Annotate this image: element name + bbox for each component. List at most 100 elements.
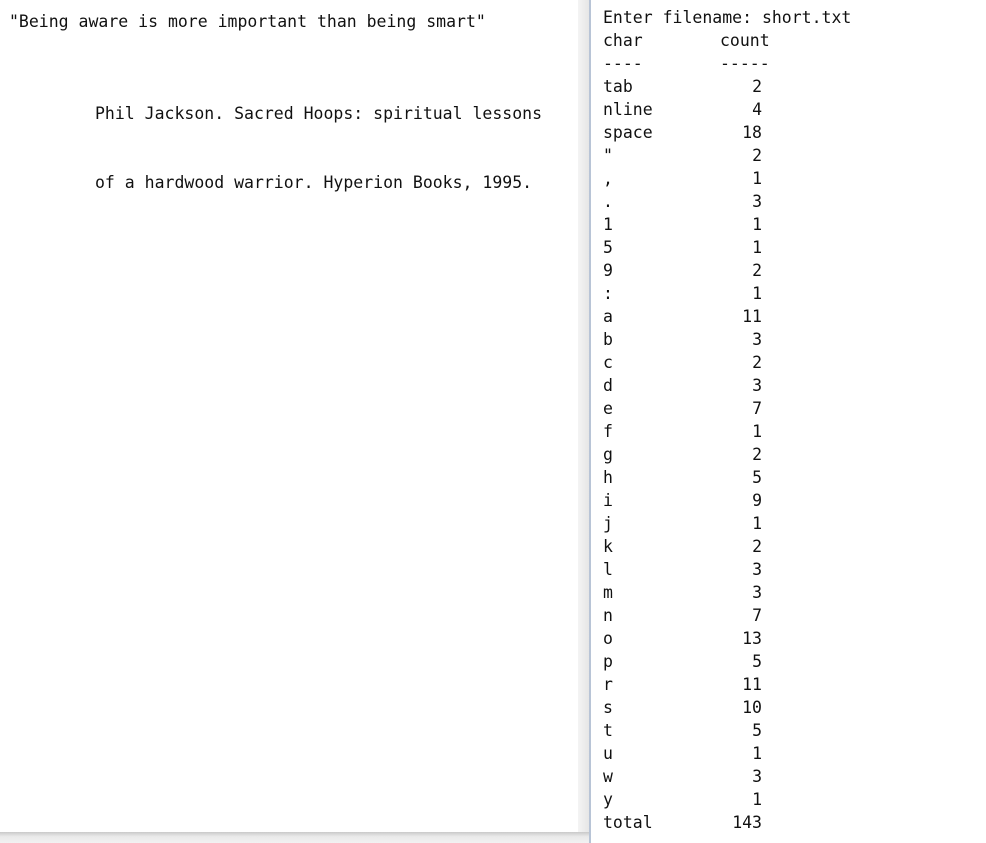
quote-text: "Being aware is more important than bein… xyxy=(9,12,486,31)
table-row: .3 xyxy=(603,190,983,213)
row-char: , xyxy=(603,169,613,188)
row-char: s xyxy=(603,698,613,717)
text-file-view[interactable]: "Being aware is more important than bein… xyxy=(0,0,578,832)
table-row: m3 xyxy=(603,581,983,604)
table-row: u1 xyxy=(603,742,983,765)
table-row: w3 xyxy=(603,765,983,788)
row-count: 2 xyxy=(752,445,762,464)
row-char: w xyxy=(603,767,613,786)
table-row: l3 xyxy=(603,558,983,581)
row-char: o xyxy=(603,629,613,648)
row-char: nline xyxy=(603,100,653,119)
table-row: b3 xyxy=(603,328,983,351)
row-count: 1 xyxy=(752,284,762,303)
table-row: tab 2 xyxy=(603,75,983,98)
header-char: char xyxy=(603,31,643,50)
row-char: i xyxy=(603,491,613,510)
table-row: s 10 xyxy=(603,696,983,719)
row-count: 5 xyxy=(752,721,762,740)
row-count: 1 xyxy=(752,169,762,188)
row-count: 3 xyxy=(752,192,762,211)
table-row: c2 xyxy=(603,351,983,374)
table-row: y1 xyxy=(603,788,983,811)
row-count: 11 xyxy=(742,307,762,326)
row-count: 9 xyxy=(752,491,762,510)
row-count: 2 xyxy=(752,353,762,372)
row-count: 3 xyxy=(752,767,762,786)
row-count: 3 xyxy=(752,583,762,602)
row-char: c xyxy=(603,353,613,372)
row-char: : xyxy=(603,284,613,303)
row-count: 3 xyxy=(752,330,762,349)
filename-prompt: Enter filename: short.txt xyxy=(603,8,852,27)
row-count: 7 xyxy=(752,606,762,625)
row-char: p xyxy=(603,652,613,671)
row-count: 3 xyxy=(752,376,762,395)
table-row: g2 xyxy=(603,443,983,466)
row-count: 18 xyxy=(742,123,762,142)
row-char: b xyxy=(603,330,613,349)
table-row: o 13 xyxy=(603,627,983,650)
row-char: g xyxy=(603,445,613,464)
row-count: 7 xyxy=(752,399,762,418)
table-row: space 18 xyxy=(603,121,983,144)
row-count: 1 xyxy=(752,744,762,763)
table-row: :1 xyxy=(603,282,983,305)
row-char: 9 xyxy=(603,261,613,280)
row-count: 13 xyxy=(742,629,762,648)
row-char: l xyxy=(603,560,613,579)
row-char: j xyxy=(603,514,613,533)
row-char: " xyxy=(603,146,613,165)
table-row: r 11 xyxy=(603,673,983,696)
row-char: a xyxy=(603,307,613,326)
row-count: 4 xyxy=(752,100,762,119)
row-count: 1 xyxy=(752,238,762,257)
table-row: j1 xyxy=(603,512,983,535)
row-char: tab xyxy=(603,77,633,96)
citation-line: of a hardwood warrior. Hyperion Books, 1… xyxy=(95,173,533,192)
separator-char: ---- xyxy=(603,54,643,73)
row-char: m xyxy=(603,583,613,602)
row-count: 2 xyxy=(752,537,762,556)
bottom-scrollbar[interactable] xyxy=(0,832,589,843)
row-count: 10 xyxy=(742,698,762,717)
table-row: k2 xyxy=(603,535,983,558)
console-output: Enter filename: short.txt char count ---… xyxy=(603,6,983,834)
row-char: r xyxy=(603,675,613,694)
panel-edge xyxy=(578,0,589,843)
row-char: 1 xyxy=(603,215,613,234)
row-count: 3 xyxy=(752,560,762,579)
panel-divider[interactable] xyxy=(589,0,591,843)
row-char: h xyxy=(603,468,613,487)
table-row: 11 xyxy=(603,213,983,236)
table-row: e7 xyxy=(603,397,983,420)
row-count: 1 xyxy=(752,215,762,234)
row-count: 2 xyxy=(752,261,762,280)
table-row: nline 4 xyxy=(603,98,983,121)
table-separator: ---- ----- xyxy=(603,52,983,75)
table-row: ,1 xyxy=(603,167,983,190)
row-count: 1 xyxy=(752,422,762,441)
row-char: k xyxy=(603,537,613,556)
row-char: space xyxy=(603,123,653,142)
separator-count: ----- xyxy=(720,54,770,73)
table-row: " 2 xyxy=(603,144,983,167)
row-count: 2 xyxy=(752,77,762,96)
row-char: . xyxy=(603,192,613,211)
total-row: total 143 xyxy=(603,811,983,834)
table-row: p5 xyxy=(603,650,983,673)
row-char: y xyxy=(603,790,613,809)
row-count: 1 xyxy=(752,514,762,533)
row-char: n xyxy=(603,606,613,625)
table-row: n7 xyxy=(603,604,983,627)
row-count: 2 xyxy=(752,146,762,165)
table-row: 51 xyxy=(603,236,983,259)
count-table-body: tab 2 nline 4 space 18 " 2, 1. 3 1 1 5 1 9 2:1 a 11 b 3 c 2 d 3… xyxy=(603,75,983,811)
table-row: a 11 xyxy=(603,305,983,328)
row-char: f xyxy=(603,422,613,441)
table-row: 92 xyxy=(603,259,983,282)
row-count: 11 xyxy=(742,675,762,694)
row-char: e xyxy=(603,399,613,418)
table-row: t5 xyxy=(603,719,983,742)
row-char: d xyxy=(603,376,613,395)
